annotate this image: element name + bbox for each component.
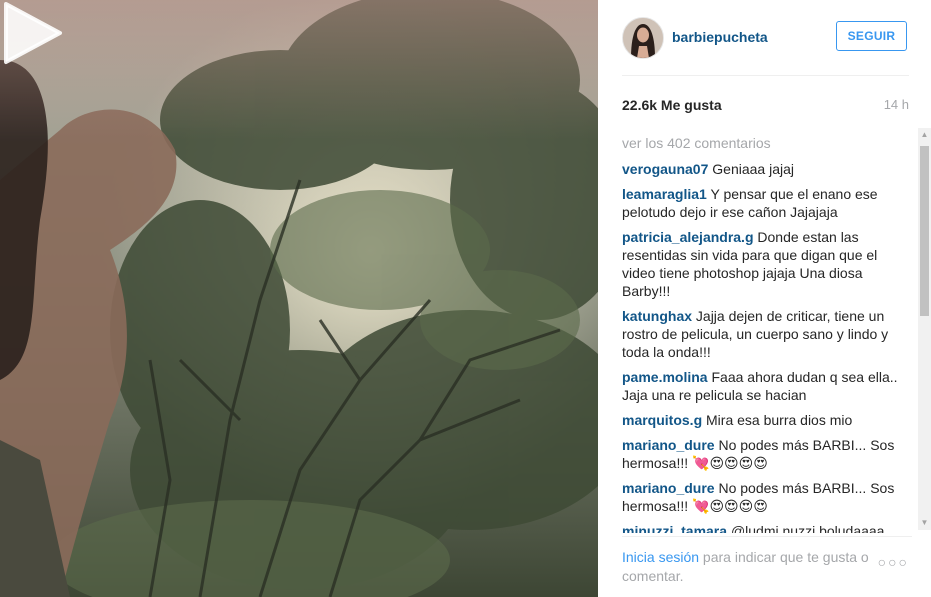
scrollbar-thumb[interactable] bbox=[920, 146, 929, 316]
comment-text: Geniaaa jajaj bbox=[712, 161, 794, 177]
avatar-image bbox=[623, 18, 663, 58]
comment-username-link[interactable]: pame.molina bbox=[622, 369, 708, 385]
comment-item: katunghax Jajja dejen de criticar, tiene… bbox=[622, 307, 910, 361]
comment-item: marquitos.g Mira esa burra dios mio bbox=[622, 411, 910, 429]
comment-text: Mira esa burra dios mio bbox=[706, 412, 853, 428]
comment-item: mariano_dure No podes más BARBI... Sos h… bbox=[622, 436, 910, 472]
comment-item: leamaraglia1 Y pensar que el enano ese p… bbox=[622, 185, 910, 221]
comment-item: minuzzi_tamara @ludmi.nuzzi boludaaaa bbox=[622, 522, 910, 533]
comment-item: patricia_alejandra.g Donde estan las res… bbox=[622, 228, 910, 300]
comments-scrollbar[interactable]: ▲ ▼ bbox=[918, 128, 931, 530]
more-options-icon[interactable]: ○○○ bbox=[878, 554, 909, 570]
comment-item: pame.molina Faaa ahora dudan q sea ella.… bbox=[622, 368, 910, 404]
follow-button[interactable]: SEGUIR bbox=[836, 21, 907, 51]
login-link[interactable]: Inicia sesión bbox=[622, 549, 699, 565]
post-timestamp[interactable]: 14 h bbox=[884, 97, 909, 112]
comment-username-link[interactable]: leamaraglia1 bbox=[622, 186, 707, 202]
play-icon[interactable] bbox=[0, 0, 66, 66]
login-prompt: Inicia sesión para indicar que te gusta … bbox=[622, 536, 912, 586]
post-video[interactable] bbox=[0, 0, 598, 597]
scroll-down-arrow-icon[interactable]: ▼ bbox=[918, 516, 931, 530]
comment-username-link[interactable]: verogauna07 bbox=[622, 161, 708, 177]
scroll-up-arrow-icon[interactable]: ▲ bbox=[918, 128, 931, 142]
avatar[interactable] bbox=[622, 17, 664, 59]
comment-username-link[interactable]: marquitos.g bbox=[622, 412, 702, 428]
likes-count[interactable]: 22.6k Me gusta bbox=[622, 97, 722, 113]
comments-list: ver los 402 comentarios verogauna07 Geni… bbox=[622, 133, 910, 533]
comment-item: verogauna07 Geniaaa jajaj bbox=[622, 160, 910, 178]
video-frame bbox=[0, 0, 598, 597]
profile-username-link[interactable]: barbiepucheta bbox=[672, 29, 768, 45]
comment-username-link[interactable]: katunghax bbox=[622, 308, 692, 324]
post-header: barbiepucheta SEGUIR bbox=[622, 17, 909, 76]
post-sidebar: barbiepucheta SEGUIR 22.6k Me gusta 14 h… bbox=[598, 0, 931, 597]
comment-username-link[interactable]: mariano_dure bbox=[622, 437, 715, 453]
comment-username-link[interactable]: mariano_dure bbox=[622, 480, 715, 496]
load-more-comments-link[interactable]: ver los 402 comentarios bbox=[622, 134, 910, 152]
comment-username-link[interactable]: minuzzi_tamara bbox=[622, 523, 727, 533]
comment-text: @ludmi.nuzzi boludaaaa bbox=[730, 523, 885, 533]
comment-item: mariano_dure No podes más BARBI... Sos h… bbox=[622, 479, 910, 515]
comment-username-link[interactable]: patricia_alejandra.g bbox=[622, 229, 754, 245]
